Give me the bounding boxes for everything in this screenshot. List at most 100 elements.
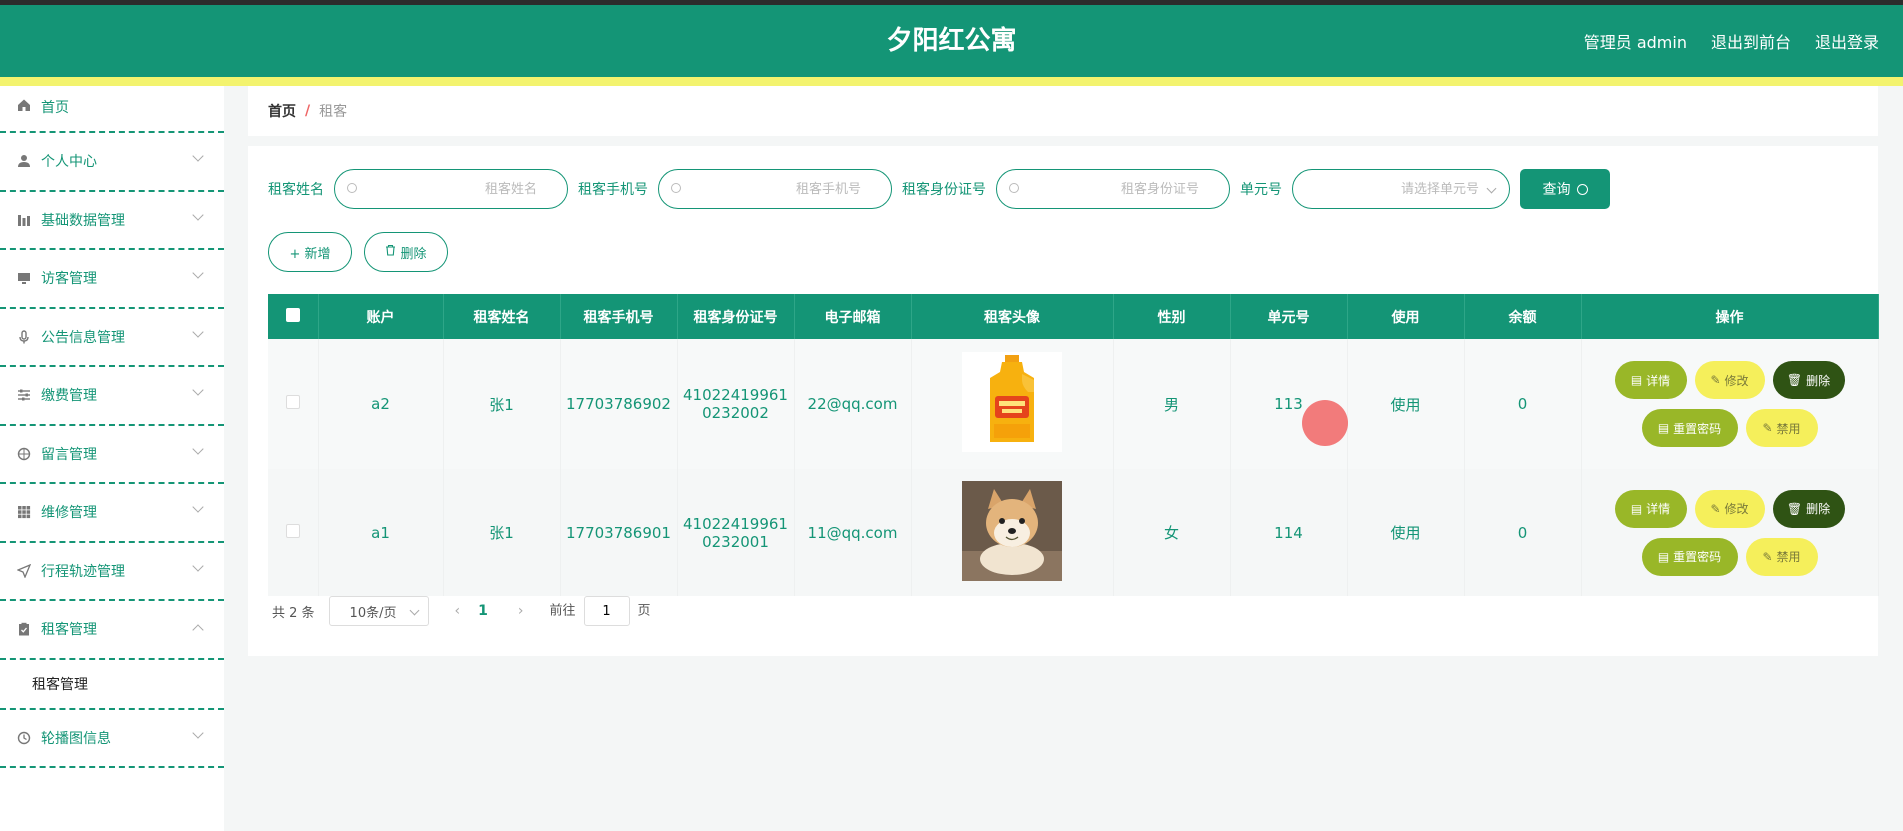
dog-avatar-image[interactable] [962, 480, 1062, 581]
column-header-account: 账户 [318, 294, 444, 339]
id-cell: 41022419961 0232001 [677, 469, 795, 596]
tenant-panel: 租客姓名 租客手机号 租客身份证号 单元号 查询 [248, 146, 1879, 656]
trash-icon: 🗑 [1786, 501, 1803, 516]
sidebar-item-itinerary[interactable]: 行程轨迹管理 [0, 543, 224, 601]
chevron-down-icon [192, 150, 204, 162]
row-checkbox[interactable] [285, 523, 300, 538]
ban-label: 禁用 [1776, 550, 1801, 564]
sidebar-item-carousel[interactable]: 轮播图信息 [0, 710, 224, 768]
sidebar-item-repair[interactable]: 维修管理 [0, 484, 224, 543]
detail-button[interactable]: ▤ 详情 [1614, 361, 1687, 399]
page-size-select[interactable]: 10条/页 [328, 596, 429, 626]
query-button[interactable]: 查询 [1520, 169, 1610, 209]
sidebar-item-home[interactable]: 首页 [0, 86, 224, 133]
batch-delete-label: 删除 [400, 246, 427, 262]
sidebar-item-personal-center[interactable]: 个人中心 [0, 133, 224, 192]
tenant-table: 账户 租客姓名 租客手机号 租客身份证号 电子邮箱 租客头像 性别 单元号 使用… [268, 294, 1879, 596]
row-checkbox[interactable] [285, 395, 300, 409]
sidebar-subitem-tenant-management[interactable]: 租客管理 [0, 660, 224, 710]
reset-password-button[interactable]: ▤ 重置密码 [1641, 537, 1738, 576]
sidebar-item-message[interactable]: 留言管理 [0, 426, 224, 484]
grid-icon [16, 504, 32, 520]
sidebar-item-label: 公告信息管理 [41, 329, 125, 346]
compass-icon [16, 446, 32, 462]
delete-button[interactable]: 🗑 删除 [1772, 361, 1845, 399]
column-header-ops: 操作 [1581, 294, 1879, 339]
table-row[interactable]: a1 张1 17703786901 41022419961 0232001 11… [268, 469, 1879, 596]
table-row[interactable]: a2 张1 17703786902 41022419961 0232002 22… [268, 339, 1879, 469]
search-bar: 租客姓名 租客手机号 租客身份证号 单元号 查询 [268, 168, 1610, 210]
clock-icon [16, 730, 32, 746]
tenant-name-input[interactable] [335, 170, 567, 208]
ban-button[interactable]: ✎ 禁用 [1745, 409, 1818, 447]
phone-cell: 17703786901 [560, 469, 678, 596]
edit-button[interactable]: ✎ 修改 [1694, 361, 1765, 399]
column-header-avatar: 租客头像 [911, 294, 1114, 339]
sidebar-item-label: 维修管理 [41, 505, 97, 522]
bar-chart-icon [16, 212, 32, 228]
user-icon [16, 153, 32, 169]
tenant-phone-input[interactable] [659, 170, 891, 208]
sliders-icon [16, 387, 32, 403]
goto-page-input[interactable] [583, 596, 630, 626]
detail-button[interactable]: ▤ 详情 [1614, 489, 1687, 528]
sidebar-item-payment[interactable]: 缴费管理 [0, 367, 224, 426]
document-icon: ▤ [1630, 501, 1643, 516]
table-header-row: 账户 租客姓名 租客手机号 租客身份证号 电子邮箱 租客头像 性别 单元号 使用… [268, 294, 1879, 339]
sidebar-item-visitor[interactable]: 访客管理 [0, 250, 224, 309]
delete-label: 删除 [1806, 502, 1831, 516]
tenant-phone-field[interactable] [658, 169, 892, 209]
edit-label: 修改 [1724, 502, 1749, 516]
reset-password-button[interactable]: ▤ 重置密码 [1641, 409, 1738, 447]
unit-select[interactable] [1292, 169, 1510, 209]
ban-button[interactable]: ✎ 禁用 [1745, 537, 1818, 576]
gender-cell: 女 [1113, 469, 1231, 596]
edit-button[interactable]: ✎ 修改 [1694, 489, 1765, 528]
chevron-down-icon [192, 384, 204, 396]
add-button[interactable]: + 新增 [268, 232, 352, 272]
search-icon [671, 183, 681, 193]
document-icon: ▤ [1657, 549, 1670, 564]
column-header-name: 租客姓名 [443, 294, 561, 339]
use-cell: 使用 [1347, 339, 1465, 469]
mouse-cursor-indicator [1302, 400, 1348, 446]
batch-delete-button[interactable]: 删除 [364, 232, 448, 272]
tenant-id-field[interactable] [996, 169, 1230, 209]
sidebar-item-tenant[interactable]: 租客管理 [0, 601, 224, 660]
navigation-icon [16, 563, 32, 579]
goto-page: 前往 页 [550, 596, 651, 626]
tenant-id-input[interactable] [997, 170, 1229, 208]
search-icon [347, 183, 357, 193]
unit-select-input[interactable] [1293, 170, 1509, 208]
logout-link[interactable]: 退出登录 [1815, 29, 1879, 53]
detail-label: 详情 [1646, 373, 1671, 388]
column-header-balance: 余额 [1464, 294, 1582, 339]
sidebar-item-label: 缴费管理 [41, 388, 97, 405]
document-icon: ▤ [1630, 373, 1643, 387]
sidebar-item-notice[interactable]: 公告信息管理 [0, 309, 224, 367]
page-number-current[interactable]: 1 [478, 603, 488, 619]
chevron-down-icon [192, 443, 204, 455]
select-all-checkbox[interactable] [285, 307, 300, 322]
prev-page-icon[interactable]: ‹ [455, 603, 461, 619]
use-cell: 使用 [1347, 469, 1465, 596]
delete-button[interactable]: 🗑 删除 [1772, 489, 1845, 528]
add-button-label: + 新增 [289, 246, 331, 262]
row-select-cell [268, 339, 319, 469]
sidebar: 首页 个人中心 基础数据管理 访客管理 公告信息管理 缴费管理 留言管理 维修管… [0, 86, 224, 831]
sidebar-item-basic-data[interactable]: 基础数据管理 [0, 192, 224, 250]
admin-user-link[interactable]: 管理员 admin [1584, 29, 1687, 53]
pencil-icon: ✎ [1710, 501, 1721, 516]
tenant-phone-label: 租客手机号 [578, 182, 648, 198]
sidebar-item-label: 轮播图信息 [41, 730, 111, 747]
exit-to-frontend-link[interactable]: 退出到前台 [1711, 29, 1791, 53]
select-all-cell [268, 294, 319, 339]
tenant-name-field[interactable] [334, 169, 568, 209]
trash-icon: 🗑 [1786, 373, 1803, 387]
oil-bottle-avatar-image[interactable] [962, 352, 1062, 452]
breadcrumb-home[interactable]: 首页 [268, 101, 296, 121]
breadcrumb-current: 租客 [319, 104, 348, 120]
column-header-unit: 单元号 [1230, 294, 1348, 339]
pagination: 共 2 条 10条/页 ‹ 1 › 前往 页 [272, 596, 651, 626]
next-page-icon[interactable]: › [518, 603, 524, 619]
